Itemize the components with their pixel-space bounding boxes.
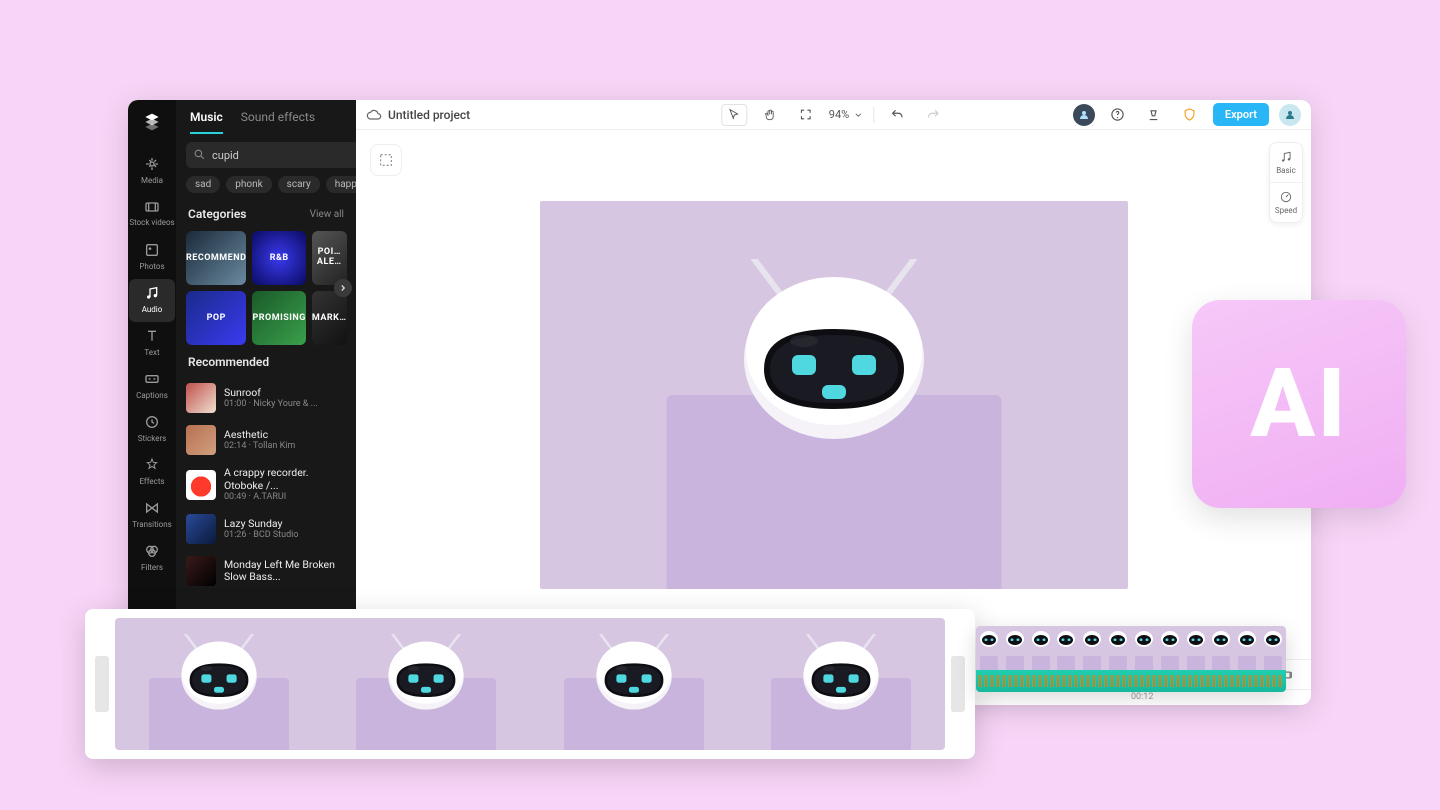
timeline-clip[interactable] [976, 626, 1286, 692]
chip-row: sad phonk scary happy birthday [176, 176, 356, 203]
track-list: Sunroof01:00 · Nicky Youre & ... Aesthet… [176, 373, 356, 596]
undo-button[interactable] [884, 104, 910, 126]
rail-text[interactable]: Text [129, 322, 175, 365]
chip-scary[interactable]: scary [278, 176, 320, 193]
track-item[interactable]: Aesthetic02:14 · Tollan Kim [176, 419, 356, 461]
tab-music[interactable]: Music [190, 110, 223, 134]
cat-poi[interactable]: POI… ALE… [312, 231, 347, 285]
chevron-down-icon [853, 110, 863, 120]
side-tool-basic[interactable]: Basic [1270, 143, 1302, 182]
top-bar: Untitled project 94% Export [356, 100, 1311, 130]
download-button[interactable] [1141, 104, 1167, 126]
side-tool-speed[interactable]: Speed [1270, 182, 1302, 222]
rail-stickers[interactable]: Stickers [129, 408, 175, 451]
shield-icon[interactable] [1177, 104, 1203, 126]
fullscreen-button[interactable] [793, 104, 819, 126]
ruler-tick: 00:12 [1131, 692, 1153, 702]
search-icon [193, 148, 206, 161]
app-logo[interactable] [140, 110, 164, 134]
view-all-link[interactable]: View all [310, 209, 344, 220]
project-title[interactable]: Untitled project [388, 108, 470, 122]
side-tools: Basic Speed [1269, 142, 1303, 223]
rail-captions[interactable]: Captions [129, 365, 175, 408]
chip-phonk[interactable]: phonk [226, 176, 271, 193]
chip-happy-birthday[interactable]: happy birthday [326, 176, 356, 193]
cat-mark[interactable]: MARK… [312, 291, 347, 345]
filmstrip-next[interactable] [951, 656, 965, 712]
cursor-tool[interactable] [721, 104, 747, 126]
timeline-audio-track[interactable] [976, 670, 1286, 692]
rail-media[interactable]: Media [129, 150, 175, 193]
track-item[interactable]: Monday Left Me Broken Slow Bass... [176, 550, 356, 592]
cat-rnb[interactable]: R&B [252, 231, 305, 285]
rail-audio[interactable]: Audio [129, 279, 175, 322]
collab-icon[interactable] [1073, 104, 1095, 126]
user-avatar[interactable] [1279, 104, 1301, 126]
help-button[interactable] [1105, 104, 1131, 126]
rail-stock-videos[interactable]: Stock videos [129, 193, 175, 236]
chip-sad[interactable]: sad [186, 176, 220, 193]
tab-sound-effects[interactable]: Sound effects [241, 110, 315, 134]
cat-pop[interactable]: POP [186, 291, 246, 345]
category-grid: RECOMMEND R&B POI… ALE… POP PROMISING MA… [176, 225, 356, 351]
canvas-area: Basic Speed [356, 130, 1311, 659]
categories-heading: Categories [188, 207, 246, 221]
rail-filters[interactable]: Filters [129, 537, 175, 580]
search-input[interactable] [186, 142, 356, 168]
ai-badge: AI [1192, 300, 1406, 508]
hand-tool[interactable] [757, 104, 783, 126]
cat-promising[interactable]: PROMISING [252, 291, 305, 345]
redo-button[interactable] [920, 104, 946, 126]
track-item[interactable]: Lazy Sunday01:26 · BCD Studio [176, 508, 356, 550]
category-next-button[interactable] [334, 279, 352, 297]
filmstrip[interactable] [115, 618, 945, 750]
cat-recommend[interactable]: RECOMMEND [186, 231, 246, 285]
filmstrip-card [85, 609, 975, 759]
filmstrip-prev[interactable] [95, 656, 109, 712]
rail-transitions[interactable]: Transitions [129, 494, 175, 537]
rail-photos[interactable]: Photos [129, 236, 175, 279]
track-item[interactable]: Sunroof01:00 · Nicky Youre & ... [176, 377, 356, 419]
recommended-heading: Recommended [188, 355, 269, 369]
cloud-icon [366, 107, 382, 123]
export-button[interactable]: Export [1213, 103, 1269, 126]
zoom-dropdown[interactable]: 94% [829, 108, 863, 121]
preview-canvas[interactable] [540, 201, 1128, 589]
track-item[interactable]: A crappy recorder. Otoboke /...00:49 · A… [176, 461, 356, 508]
crop-button[interactable] [370, 144, 402, 176]
rail-effects[interactable]: Effects [129, 451, 175, 494]
